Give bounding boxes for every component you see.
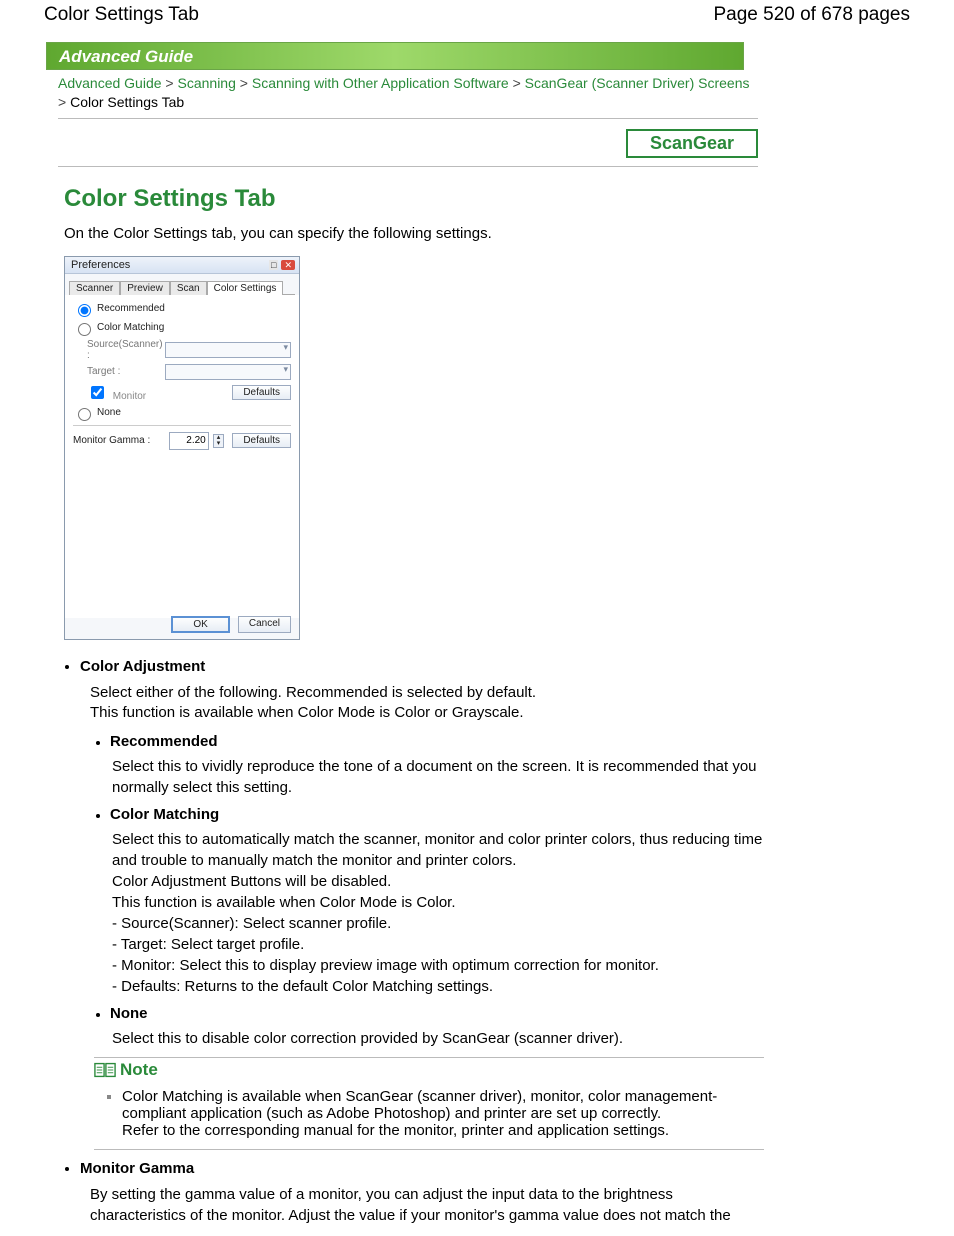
breadcrumb-sep: > <box>240 75 248 91</box>
defaults-button[interactable]: Defaults <box>232 385 291 400</box>
breadcrumb: Advanced Guide > Scanning > Scanning wit… <box>58 74 758 119</box>
sub-title-none: None <box>110 1005 148 1022</box>
monitor-checkbox-label: Monitor <box>113 391 146 402</box>
scangear-label-box: ScanGear <box>626 129 758 158</box>
gamma-label: Monitor Gamma : <box>73 435 165 446</box>
source-dropdown[interactable] <box>165 342 291 358</box>
maximize-icon[interactable]: □ <box>269 260 278 270</box>
tab-scanner[interactable]: Scanner <box>69 281 120 295</box>
note-title: Note <box>120 1060 158 1080</box>
defaults-button-gamma[interactable]: Defaults <box>232 433 291 448</box>
tab-scan[interactable]: Scan <box>170 281 207 295</box>
breadcrumb-sep: > <box>513 75 521 91</box>
item-title-color-adjustment: Color Adjustment <box>80 658 205 675</box>
radio-none[interactable] <box>78 408 91 421</box>
target-dropdown[interactable] <box>165 364 291 380</box>
cancel-button[interactable]: Cancel <box>238 616 291 633</box>
breadcrumb-link[interactable]: ScanGear (Scanner Driver) Screens <box>525 75 750 91</box>
item-body-color-adjustment: Select either of the following. Recommen… <box>90 683 764 724</box>
page-header-right: Page 520 of 678 pages <box>713 4 910 26</box>
sub-title-color-matching: Color Matching <box>110 806 219 823</box>
note-icon <box>94 1062 116 1078</box>
breadcrumb-link[interactable]: Advanced Guide <box>58 75 162 91</box>
intro-text: On the Color Settings tab, you can speci… <box>64 225 954 242</box>
sub-title-recommended: Recommended <box>110 733 218 750</box>
breadcrumb-current: Color Settings Tab <box>70 94 184 110</box>
breadcrumb-link[interactable]: Scanning with Other Application Software <box>252 75 509 91</box>
gamma-spinner[interactable]: ▴▾ <box>213 434 225 448</box>
radio-recommended-label: Recommended <box>97 303 165 314</box>
close-icon[interactable]: ✕ <box>281 260 295 270</box>
breadcrumb-sep: > <box>165 75 173 91</box>
ok-button[interactable]: OK <box>171 616 229 633</box>
advanced-guide-banner: Advanced Guide <box>46 42 744 70</box>
note-block: Note Color Matching is available when Sc… <box>94 1057 764 1150</box>
sub-body-none: Select this to disable color correction … <box>112 1028 764 1049</box>
tab-color-settings[interactable]: Color Settings <box>207 281 284 295</box>
radio-recommended[interactable] <box>78 304 91 317</box>
sub-body-recommended: Select this to vividly reproduce the ton… <box>112 756 764 798</box>
note-body: Color Matching is available when ScanGea… <box>122 1088 717 1139</box>
page-title: Color Settings Tab <box>64 185 954 213</box>
source-label: Source(Scanner) : <box>87 339 165 361</box>
radio-color-matching-label: Color Matching <box>97 322 164 333</box>
monitor-checkbox[interactable] <box>91 386 104 399</box>
target-label: Target : <box>87 366 165 377</box>
tab-preview[interactable]: Preview <box>120 281 170 295</box>
gamma-input[interactable] <box>169 432 209 450</box>
window-controls: □ ✕ <box>269 259 295 271</box>
radio-none-label: None <box>97 407 121 418</box>
sub-body-color-matching: Select this to automatically match the s… <box>112 829 764 997</box>
item-title-monitor-gamma: Monitor Gamma <box>80 1160 194 1177</box>
preferences-dialog: Preferences □ ✕ Scanner Preview Scan Col… <box>64 256 300 640</box>
breadcrumb-link[interactable]: Scanning <box>178 75 236 91</box>
radio-color-matching[interactable] <box>78 323 91 336</box>
page-header-left: Color Settings Tab <box>44 4 199 26</box>
item-body-monitor-gamma: By setting the gamma value of a monitor,… <box>90 1185 764 1226</box>
breadcrumb-sep: > <box>58 94 66 110</box>
dialog-title: Preferences <box>71 259 130 271</box>
